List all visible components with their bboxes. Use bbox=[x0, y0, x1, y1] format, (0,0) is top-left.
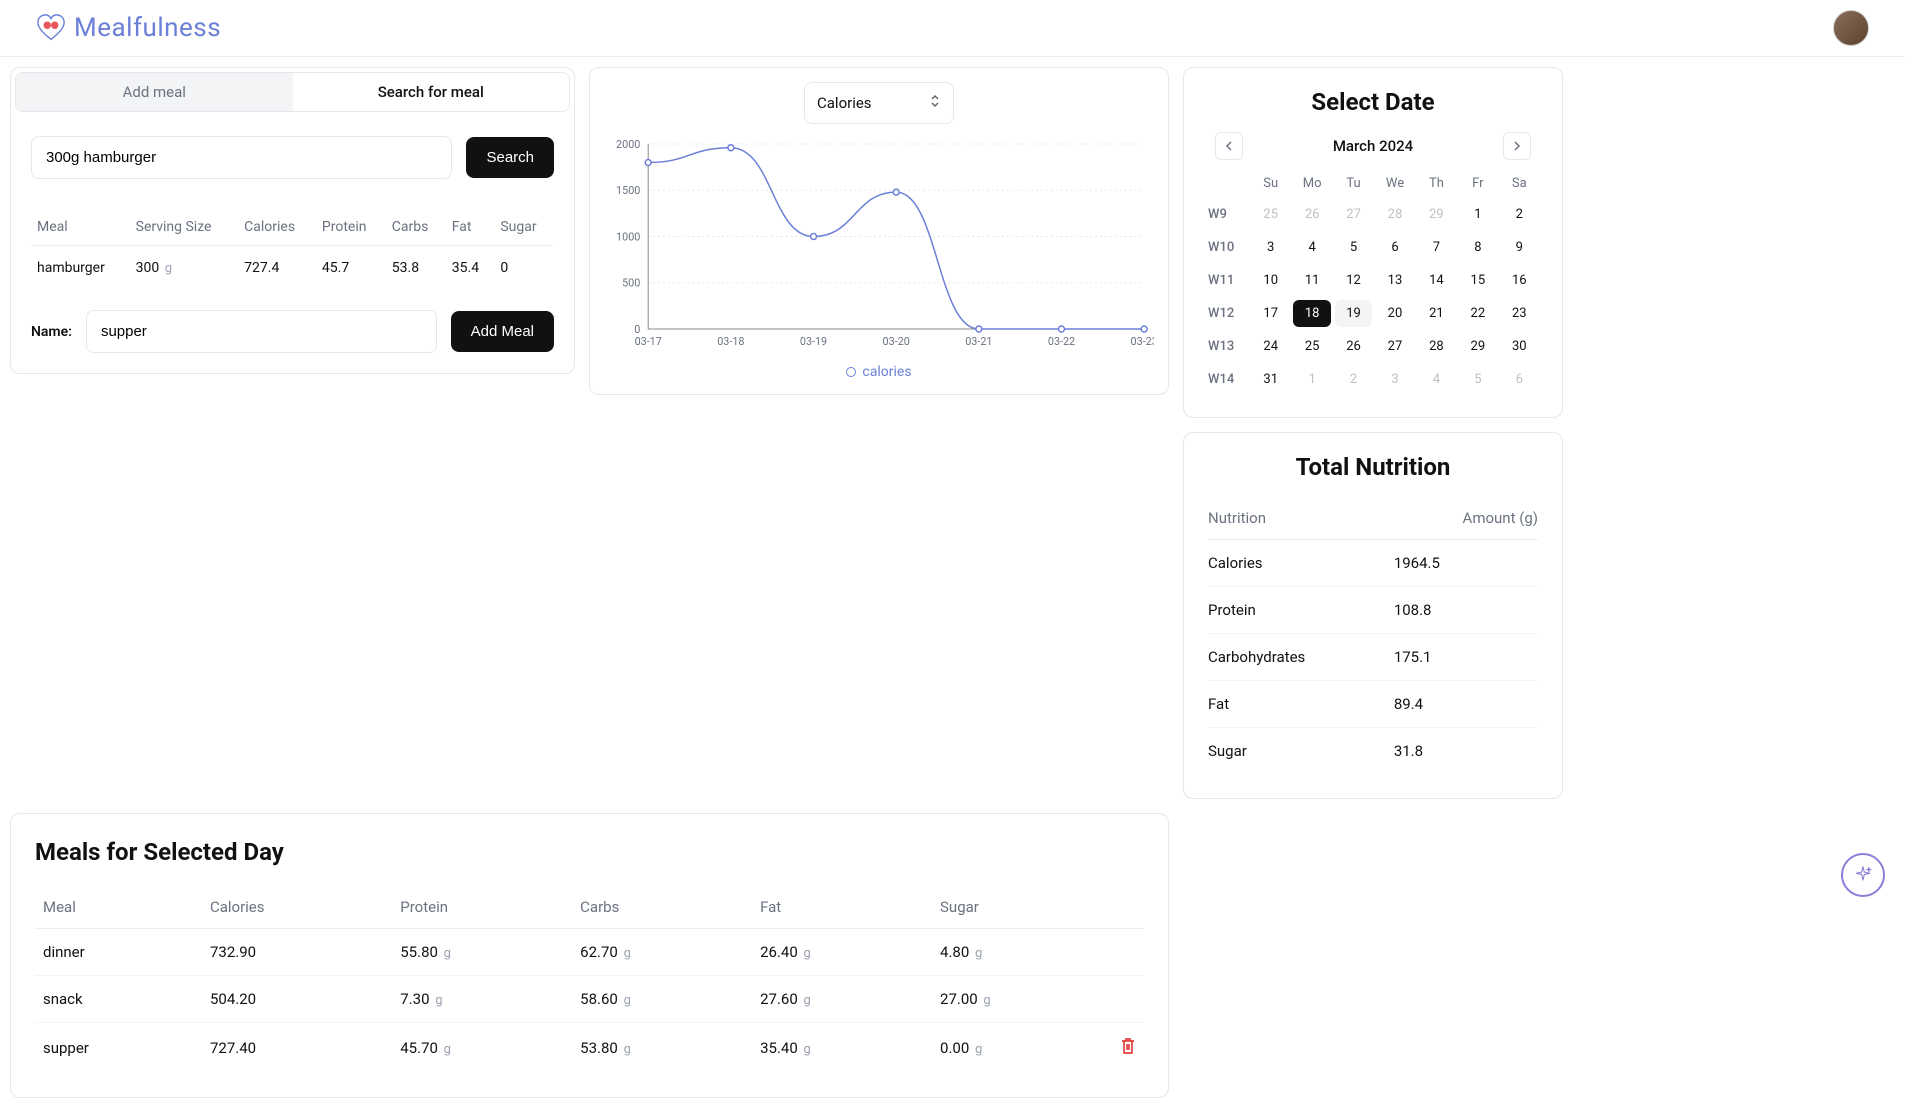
name-label: Name: bbox=[31, 324, 72, 340]
sparkle-icon bbox=[1853, 865, 1873, 885]
calendar-day[interactable]: 29 bbox=[1418, 201, 1455, 228]
svg-text:03-19: 03-19 bbox=[800, 335, 827, 348]
calendar-day[interactable]: 16 bbox=[1501, 267, 1538, 294]
chevron-right-icon bbox=[1512, 141, 1522, 151]
calendar-day[interactable]: 29 bbox=[1459, 333, 1496, 360]
calendar-day[interactable]: 23 bbox=[1501, 300, 1538, 327]
table-row: hamburger 300 g 727.4 45.7 53.8 35.4 0 bbox=[31, 246, 554, 291]
search-button[interactable]: Search bbox=[466, 137, 554, 178]
next-month-button[interactable] bbox=[1503, 132, 1531, 160]
calendar-day[interactable]: 19 bbox=[1335, 300, 1372, 327]
calendar-day[interactable]: 4 bbox=[1293, 234, 1330, 261]
chart-legend: calories bbox=[604, 364, 1154, 380]
delete-icon[interactable] bbox=[1120, 1041, 1136, 1059]
calendar-day[interactable]: 15 bbox=[1459, 267, 1496, 294]
meal-name-input[interactable] bbox=[86, 310, 437, 353]
calendar-month-label: March 2024 bbox=[1333, 137, 1413, 155]
legend-marker-icon bbox=[846, 367, 856, 377]
svg-text:03-20: 03-20 bbox=[883, 335, 910, 348]
brand-name: Mealfulness bbox=[74, 13, 221, 43]
total-nutrition-heading: Total Nutrition bbox=[1208, 453, 1538, 481]
calendar-day[interactable]: 6 bbox=[1376, 234, 1413, 261]
meals-table: MealCaloriesProteinCarbsFatSugar dinner7… bbox=[35, 886, 1144, 1073]
chevron-left-icon bbox=[1224, 141, 1234, 151]
calendar-day[interactable]: 7 bbox=[1418, 234, 1455, 261]
calendar-day[interactable]: 22 bbox=[1459, 300, 1496, 327]
calendar-day[interactable]: 6 bbox=[1501, 366, 1538, 393]
heart-icon bbox=[36, 13, 66, 43]
search-input[interactable] bbox=[31, 136, 452, 179]
calendar-day[interactable]: 18 bbox=[1293, 300, 1330, 327]
calendar-day[interactable]: 27 bbox=[1376, 333, 1413, 360]
table-row: snack504.207.30 g58.60 g27.60 g27.00 g bbox=[35, 976, 1144, 1023]
calendar-day[interactable]: 20 bbox=[1376, 300, 1413, 327]
calendar-day[interactable]: 4 bbox=[1418, 366, 1455, 393]
calendar-day[interactable]: 30 bbox=[1501, 333, 1538, 360]
calendar-day[interactable]: 12 bbox=[1335, 267, 1372, 294]
nutrition-table: Nutrition Amount (g) Calories1964.5Prote… bbox=[1208, 497, 1538, 774]
add-meal-button[interactable]: Add Meal bbox=[451, 311, 554, 352]
table-row: dinner732.9055.80 g62.70 g26.40 g4.80 g bbox=[35, 929, 1144, 976]
table-row: supper727.4045.70 g53.80 g35.40 g0.00 g bbox=[35, 1023, 1144, 1074]
calendar-day[interactable]: 25 bbox=[1252, 201, 1289, 228]
calendar-day[interactable]: 31 bbox=[1252, 366, 1289, 393]
svg-text:500: 500 bbox=[622, 277, 640, 290]
svg-text:1500: 1500 bbox=[616, 184, 640, 197]
svg-text:03-22: 03-22 bbox=[1048, 335, 1075, 348]
table-row: Fat89.4 bbox=[1208, 681, 1538, 728]
svg-text:03-17: 03-17 bbox=[635, 335, 662, 348]
calendar-day[interactable]: 11 bbox=[1293, 267, 1330, 294]
meals-heading: Meals for Selected Day bbox=[35, 838, 1144, 866]
calendar-day[interactable]: 2 bbox=[1335, 366, 1372, 393]
avatar[interactable] bbox=[1833, 10, 1869, 46]
search-result-table: MealServing SizeCaloriesProteinCarbsFatS… bbox=[31, 209, 554, 290]
table-row: Sugar31.8 bbox=[1208, 728, 1538, 775]
calendar-day[interactable]: 5 bbox=[1335, 234, 1372, 261]
calendar-day[interactable]: 27 bbox=[1335, 201, 1372, 228]
calendar-day[interactable]: 28 bbox=[1376, 201, 1413, 228]
brand-logo[interactable]: Mealfulness bbox=[36, 13, 221, 43]
calendar-day[interactable]: 26 bbox=[1335, 333, 1372, 360]
metric-select[interactable]: Calories bbox=[804, 82, 954, 124]
fab-ai-button[interactable] bbox=[1841, 853, 1885, 897]
calendar-day[interactable]: 3 bbox=[1252, 234, 1289, 261]
svg-text:03-23: 03-23 bbox=[1131, 335, 1154, 348]
calendar-day[interactable]: 28 bbox=[1418, 333, 1455, 360]
table-row: Carbohydrates175.1 bbox=[1208, 634, 1538, 681]
tab-search-meal[interactable]: Search for meal bbox=[293, 73, 570, 111]
calendar-day[interactable]: 17 bbox=[1252, 300, 1289, 327]
tab-add-meal[interactable]: Add meal bbox=[16, 73, 293, 111]
select-date-heading: Select Date bbox=[1208, 88, 1538, 116]
calendar-day[interactable]: 9 bbox=[1501, 234, 1538, 261]
calendar-day[interactable]: 24 bbox=[1252, 333, 1289, 360]
svg-text:03-18: 03-18 bbox=[717, 335, 744, 348]
prev-month-button[interactable] bbox=[1215, 132, 1243, 160]
calendar-day[interactable]: 26 bbox=[1293, 201, 1330, 228]
calendar-day[interactable]: 10 bbox=[1252, 267, 1289, 294]
calendar-day[interactable]: 14 bbox=[1418, 267, 1455, 294]
calendar-day[interactable]: 1 bbox=[1293, 366, 1330, 393]
calendar-day[interactable]: 21 bbox=[1418, 300, 1455, 327]
calendar-day[interactable]: 25 bbox=[1293, 333, 1330, 360]
chevron-updown-icon bbox=[929, 93, 941, 113]
svg-text:2000: 2000 bbox=[616, 138, 640, 151]
calories-chart: 050010001500200003-1703-1803-1903-2003-2… bbox=[604, 134, 1154, 354]
calendar-day[interactable]: 1 bbox=[1459, 201, 1496, 228]
calendar-day[interactable]: 13 bbox=[1376, 267, 1413, 294]
svg-text:03-21: 03-21 bbox=[965, 335, 992, 348]
table-row: Calories1964.5 bbox=[1208, 540, 1538, 587]
calendar-day[interactable]: 3 bbox=[1376, 366, 1413, 393]
svg-text:1000: 1000 bbox=[616, 230, 640, 243]
calendar-day[interactable]: 8 bbox=[1459, 234, 1496, 261]
table-row: Protein108.8 bbox=[1208, 587, 1538, 634]
calendar-day[interactable]: 5 bbox=[1459, 366, 1496, 393]
calendar-day[interactable]: 2 bbox=[1501, 201, 1538, 228]
